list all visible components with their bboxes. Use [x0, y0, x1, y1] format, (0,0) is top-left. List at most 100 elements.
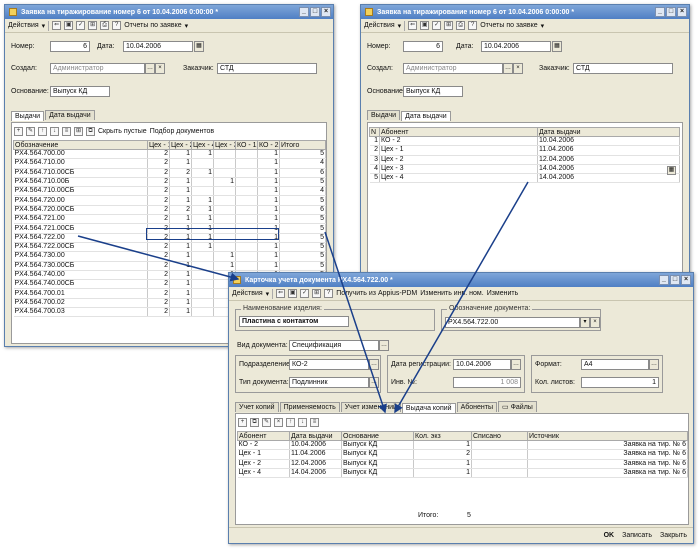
dates-grid-header-0[interactable]: N [369, 127, 380, 137]
table-cell[interactable]: 1 [413, 468, 472, 479]
table-cell[interactable] [235, 168, 258, 178]
actions-menu[interactable]: Действия [8, 22, 39, 29]
table-cell[interactable]: PX4.564.721.00 [13, 214, 148, 225]
ellipsis-icon[interactable]: … [503, 63, 513, 74]
table-cell[interactable] [191, 298, 214, 309]
table-cell[interactable] [235, 251, 258, 262]
department-field[interactable]: КО-2 [289, 359, 369, 370]
table-cell[interactable]: PX4.564.730.00 [13, 251, 148, 262]
table-cell[interactable] [191, 261, 214, 271]
help-icon[interactable]: ? [324, 289, 334, 298]
save-icon[interactable]: ▣ [288, 289, 298, 298]
table-cell[interactable] [191, 186, 214, 197]
print-icon[interactable]: ⎙ [456, 21, 466, 30]
table-cell[interactable]: 1 [257, 261, 280, 271]
ellipsis-icon[interactable]: … [369, 377, 379, 388]
check-icon[interactable]: ✓ [300, 289, 310, 298]
table-cell[interactable]: 4 [369, 164, 380, 175]
registration-date-field[interactable]: 10.04.2006 [453, 359, 511, 370]
copy-grid-header-2[interactable]: Основание [341, 431, 414, 441]
table-cell[interactable]: КО - 2 [237, 440, 290, 451]
table-cell[interactable] [471, 468, 528, 479]
close-window-button[interactable]: Закрыть [660, 532, 687, 539]
reports-menu[interactable]: Отчеты по заявке [480, 22, 537, 29]
table-cell[interactable]: 1 [257, 251, 280, 262]
table-cell[interactable]: 1 [213, 261, 236, 271]
print-icon[interactable]: ⎙ [100, 21, 110, 30]
structure-icon[interactable]: ⊞ [444, 21, 454, 30]
requests-grid-header-4[interactable]: Цех - 3 [213, 140, 236, 150]
table-cell[interactable]: PX4.564.710.00Б [13, 177, 148, 188]
calendar-icon[interactable]: ▦ [667, 166, 676, 175]
table-row[interactable]: PX4.564.710.00СБ 2 1 1 4 [13, 186, 326, 197]
table-cell[interactable]: 1 [213, 177, 236, 188]
customer-field[interactable]: СТД [573, 63, 673, 74]
calendar-icon[interactable]: ▦ [552, 41, 562, 52]
table-cell[interactable]: 1 [169, 242, 192, 253]
table-cell[interactable]: 5 [279, 177, 326, 188]
format-field[interactable]: А4 [581, 359, 649, 370]
table-cell[interactable]: 5 [279, 223, 326, 234]
table-cell[interactable]: 2 [147, 214, 170, 225]
table-cell[interactable]: 1 [169, 186, 192, 197]
ellipsis-icon[interactable]: … [511, 359, 521, 370]
table-cell[interactable]: 1 [369, 136, 380, 147]
table-cell[interactable]: 1 [191, 205, 214, 216]
copy-grid-header-3[interactable]: Кол. экз [413, 431, 472, 441]
requests-grid-header-5[interactable]: КО - 1 [235, 140, 258, 150]
table-cell[interactable] [235, 214, 258, 225]
table-cell[interactable]: Выпуск КД [341, 440, 414, 451]
table-cell[interactable]: 10.04.2006 [289, 440, 342, 451]
creator-field[interactable]: Администратор [403, 63, 503, 74]
table-cell[interactable]: 1 [257, 242, 280, 253]
product-name-field[interactable]: Пластина с контактом [239, 316, 349, 327]
hide-empty-button[interactable]: Скрыть пустые [98, 128, 147, 135]
table-cell[interactable]: 2 [369, 145, 380, 156]
tip-field[interactable]: Подлинник [289, 377, 369, 388]
table-cell[interactable]: 1 [191, 168, 214, 178]
table-cell[interactable]: 5 [279, 261, 326, 271]
clear-icon[interactable]: × [513, 63, 523, 74]
reports-menu[interactable]: Отчеты по заявке [124, 22, 181, 29]
structure-icon[interactable]: ⊞ [88, 21, 98, 30]
table-cell[interactable]: 12.04.2006 [537, 155, 680, 165]
requests-grid-header-7[interactable]: Итого [279, 140, 326, 150]
table-cell[interactable]: 1 [169, 307, 192, 318]
table-cell[interactable]: 1 [169, 177, 192, 188]
chevron-down-icon[interactable]: ▾ [580, 317, 590, 328]
ellipsis-icon[interactable]: … [379, 340, 389, 351]
window-titlebar[interactable]: Заявка на тиражирование номер 6 от 10.04… [361, 5, 689, 19]
table-cell[interactable]: 1 [191, 149, 214, 160]
table-cell[interactable]: 1 [169, 279, 192, 290]
table-row[interactable]: PX4.564.730.00СБ 2 1 1 1 5 [13, 261, 326, 271]
table-cell[interactable]: PX4.564.740.00 [13, 270, 148, 281]
minimize-button[interactable]: _ [659, 275, 669, 285]
table-cell[interactable]: 2 [147, 158, 170, 169]
table-cell[interactable]: 1 [169, 195, 192, 206]
table-cell[interactable]: 1 [257, 168, 280, 178]
table-row[interactable]: 4 Цех - 3 14.04.2006 [369, 164, 680, 175]
table-cell[interactable]: Цех - 2 [379, 155, 538, 165]
table-cell[interactable]: 1 [257, 158, 280, 169]
table-row[interactable]: КО - 2 10.04.2006 Выпуск КД 1 Заявка на тир.… [237, 440, 688, 451]
table-cell[interactable]: PX4.564.722.00 [13, 233, 148, 243]
delete-row-icon[interactable]: × [274, 418, 283, 427]
table-cell[interactable] [213, 168, 236, 178]
change-inv-number-button[interactable]: Изменить инв. ном. [420, 290, 483, 297]
table-cell[interactable]: Цех - 2 [237, 459, 290, 469]
table-row[interactable]: 2 Цех - 1 11.04.2006 [369, 145, 680, 156]
maximize-button[interactable]: □ [670, 275, 680, 285]
table-cell[interactable] [213, 158, 236, 169]
table-cell[interactable]: PX4.564.710.00 [13, 158, 148, 169]
back-arrow-icon[interactable]: ⇐ [276, 289, 286, 298]
table-row[interactable]: 3 Цех - 2 12.04.2006 [369, 155, 680, 165]
requests-grid-header-3[interactable]: Цех - 4 [191, 140, 214, 150]
table-cell[interactable]: 1 [213, 251, 236, 262]
doc-type-field[interactable]: Спецификация [289, 340, 379, 351]
table-cell[interactable]: 11.04.2006 [537, 145, 680, 156]
window-titlebar[interactable]: Карточка учета документа PX4.564.722.00 … [229, 273, 693, 287]
tab-applicability[interactable]: Применяемость [279, 402, 340, 412]
minimize-button[interactable]: _ [655, 7, 665, 17]
dates-grid-header-2[interactable]: Дата выдачи [537, 127, 680, 137]
table-cell[interactable] [235, 177, 258, 188]
